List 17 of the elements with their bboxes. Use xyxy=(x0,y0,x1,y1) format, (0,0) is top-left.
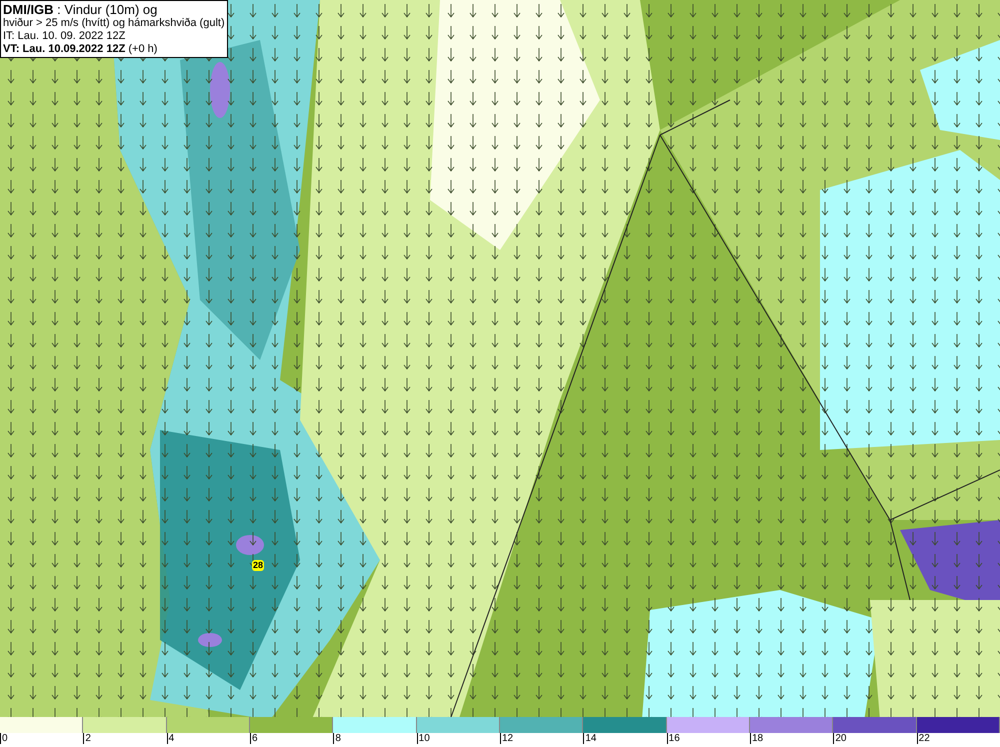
title-line: hviður > 25 m/s (hvítt) og hámarkshviða (gult) xyxy=(3,17,225,30)
legend-tick-label: 22 xyxy=(918,733,930,744)
legend-tick-label: 16 xyxy=(668,733,680,744)
legend-tick-label: 18 xyxy=(751,733,764,744)
legend-tick-label: 0 xyxy=(1,733,8,744)
legend-tick-label: 4 xyxy=(168,733,174,744)
legend-tick-label: 8 xyxy=(334,733,341,744)
legend-tick-label: 2 xyxy=(84,733,91,744)
gust-value-badge: 28 xyxy=(252,560,264,571)
legend-tick-label: 6 xyxy=(251,733,258,744)
title-line: IT: Lau. 10. 09. 2022 12Z xyxy=(3,30,126,43)
title-line: DMI/IGB : Vindur (10m) og xyxy=(3,2,158,17)
legend-tick-label: 12 xyxy=(501,733,514,744)
legend-tick-label: 20 xyxy=(834,733,846,744)
legend-tick-label: 10 xyxy=(418,733,430,744)
title-line: VT: Lau. 10.09.2022 12Z (+0 h) xyxy=(3,43,158,56)
legend-tick-label: 14 xyxy=(584,733,596,744)
